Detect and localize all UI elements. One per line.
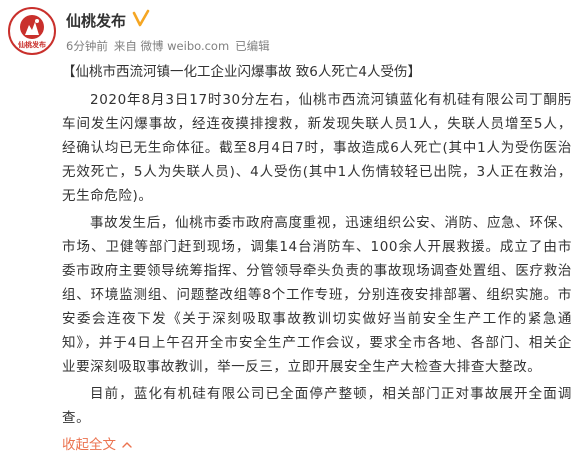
avatar[interactable]: 仙桃发布 [8, 7, 56, 55]
collapse-full-text-button[interactable]: 收起全文 [62, 433, 572, 457]
chevron-up-icon [122, 442, 132, 448]
post-source[interactable]: 来自 微博 weibo.com [114, 39, 229, 53]
collapse-full-text-label: 收起全文 [62, 437, 116, 453]
post-paragraph-1: 2020年8月3日17时30分左右，仙桃市西流河镇蓝化有机硅有限公司丁酮肟车间发… [62, 92, 572, 204]
avatar-label: 仙桃发布 [18, 41, 46, 49]
post-paragraph-3-text: 目前，蓝化有机硅有限公司已全面停产整顿，相关部门正对事故展开全面调查。 [62, 386, 572, 426]
post-paragraph-3: 目前，蓝化有机硅有限公司已全面停产整顿，相关部门正对事故展开全面调查。 [62, 382, 572, 430]
post-content: 【仙桃市西流河镇一化工企业闪爆事故 致6人死亡4人受伤】 2020年8月3日17… [62, 60, 572, 457]
verified-badge-icon [132, 9, 150, 27]
post-meta: 6分钟前 来自 微博 weibo.com 已编辑 [66, 38, 276, 54]
post-paragraph-2: 事故发生后，仙桃市委市政府高度重视，迅速组织公安、消防、应急、环保、市场、卫健等… [62, 215, 572, 375]
avatar-logo-icon [20, 15, 44, 39]
post-title: 【仙桃市西流河镇一化工企业闪爆事故 致6人死亡4人受伤】 [62, 64, 421, 80]
post-time[interactable]: 6分钟前 [66, 39, 108, 53]
post-header: 仙桃发布 仙桃发布 6分钟前 来自 微博 weibo.com 已编辑 [0, 0, 581, 62]
edited-label[interactable]: 已编辑 [235, 39, 270, 53]
username[interactable]: 仙桃发布 [66, 10, 126, 31]
